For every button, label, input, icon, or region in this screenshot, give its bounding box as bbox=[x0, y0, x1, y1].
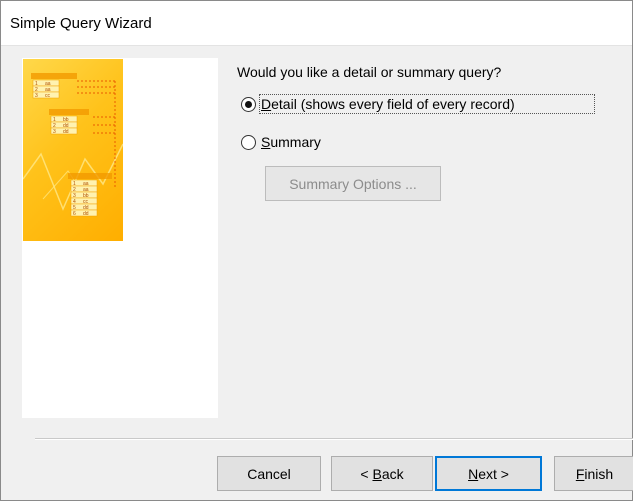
wizard-image-panel: 1 aa 2 aa 3 cc 1 bb 2 dd 3 dd 1 aa 2 aa 3 bb 4 cc 5 dd 6 dd bbox=[22, 58, 218, 418]
illus-cell: cc bbox=[45, 93, 51, 99]
summary-options-button[interactable]: Summary Options ... bbox=[265, 166, 441, 201]
title-bar: Simple Query Wizard bbox=[1, 1, 632, 46]
back-button[interactable]: < Back bbox=[331, 456, 433, 491]
summary-radio[interactable] bbox=[241, 134, 256, 150]
summary-option[interactable]: Summary bbox=[241, 132, 321, 152]
result-table: 1 aa2 aa3 bb4 cc5 dd6 dd bbox=[70, 179, 98, 217]
source-table-1: 1 aa2 aa3 cc bbox=[32, 79, 60, 99]
detail-label[interactable]: Detail (shows every field of every recor… bbox=[259, 94, 595, 114]
finish-button[interactable]: Finish bbox=[554, 456, 633, 491]
next-button[interactable]: Next > bbox=[435, 456, 542, 491]
tables-illustration: 1 aa 2 aa 3 cc 1 bb 2 dd 3 dd 1 aa 2 aa 3 bb 4 cc 5 dd 6 dd bbox=[23, 59, 123, 241]
cancel-button[interactable]: Cancel bbox=[217, 456, 321, 491]
tables-illustration-graphic: 1 aa2 aa3 cc1 bb2 dd3 dd1 aa2 aa3 bb4 cc5 dd6 dd bbox=[23, 73, 123, 217]
illus-cell: 3 bbox=[53, 129, 56, 135]
window-title: Simple Query Wizard bbox=[10, 15, 152, 32]
detail-option[interactable]: Detail (shows every field of every recor… bbox=[241, 94, 595, 114]
illus-cell: dd bbox=[63, 129, 69, 135]
illus-cell: dd bbox=[83, 211, 89, 217]
illus-cell: 6 bbox=[73, 211, 76, 217]
illus-cell: 3 bbox=[35, 93, 38, 99]
source-table-2: 1 bb2 dd3 dd bbox=[50, 115, 78, 135]
detail-radio[interactable] bbox=[241, 96, 256, 112]
query-wizard-window: Simple Query Wizard 1 aa 2 aa 3 cc 1 bb 2 dd 3 dd 1 a… bbox=[0, 0, 633, 501]
question-label: Would you like a detail or summary query… bbox=[237, 64, 502, 80]
summary-label[interactable]: Summary bbox=[261, 134, 321, 150]
footer-separator bbox=[35, 438, 633, 440]
